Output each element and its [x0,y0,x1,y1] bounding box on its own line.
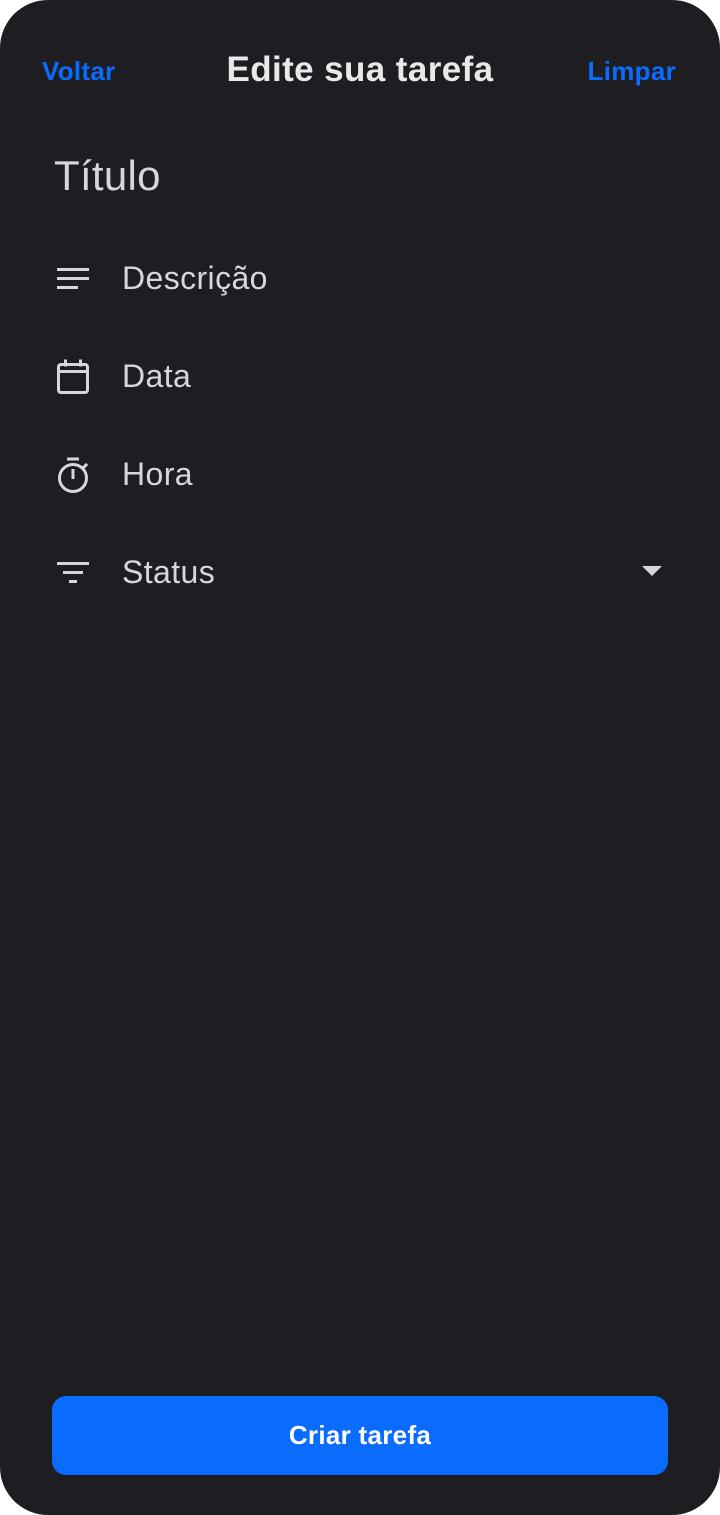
date-field[interactable]: Data [54,344,666,408]
header-bar: Voltar Edite sua tarefa Limpar [0,40,720,102]
task-title-input[interactable] [54,148,664,204]
calendar-icon [54,358,92,396]
status-dropdown[interactable]: Status [54,540,666,604]
description-lines-icon [54,260,92,298]
description-field[interactable]: Descrição [54,246,666,310]
status-label: Status [122,554,216,590]
create-task-button[interactable]: Criar tarefa [52,1396,668,1475]
description-label: Descrição [122,260,268,296]
stopwatch-icon [54,456,92,494]
filter-icon [54,554,92,592]
date-label: Data [122,358,192,394]
time-label: Hora [122,456,193,492]
chevron-down-icon [642,566,662,576]
clear-button[interactable]: Limpar [588,56,676,87]
time-field[interactable]: Hora [54,442,666,506]
screen: Voltar Edite sua tarefa Limpar Descrição… [0,0,720,1515]
